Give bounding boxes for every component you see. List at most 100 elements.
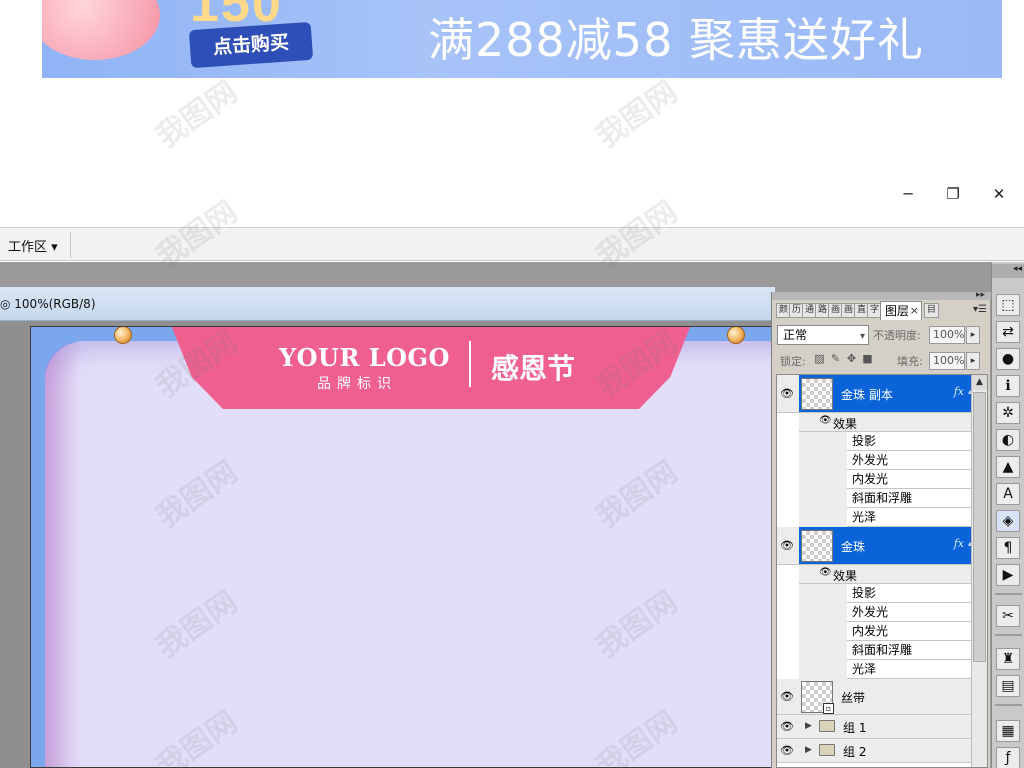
effects-row[interactable]: 👁 效果 — [799, 413, 972, 432]
restore-icon[interactable]: ❐ — [940, 182, 966, 206]
gold-pearl-right — [727, 327, 745, 344]
folder-icon — [819, 744, 835, 756]
indent — [799, 603, 847, 622]
expand-arrow-icon[interactable]: ▶ — [805, 745, 812, 755]
banner-slogan: 满288减58 聚惠送好礼 — [428, 13, 924, 67]
eye-icon[interactable]: 👁 — [779, 387, 795, 401]
document-title-bar[interactable]: ◎ 100%(RGB/8) — [0, 287, 775, 321]
layer-name: 丝带 — [841, 691, 866, 705]
info-icon[interactable]: ℹ — [996, 375, 1020, 397]
effect-outer-glow[interactable]: 外发光 — [847, 451, 972, 470]
layer-row[interactable]: 👁 金珠 fx ▴ — [777, 527, 972, 565]
opacity-slider-icon[interactable]: ▸ — [966, 326, 980, 344]
scroll-thumb[interactable] — [973, 392, 986, 662]
scroll-up-icon[interactable]: ▲ — [972, 375, 987, 390]
expand-arrow-icon[interactable]: ▶ — [805, 721, 812, 731]
stamp-icon[interactable]: ▤ — [996, 675, 1020, 697]
navigator-wheel-icon[interactable]: ✲ — [996, 402, 1020, 424]
effects-row[interactable]: 👁 效果 — [799, 565, 972, 584]
layer-row[interactable]: 👁 ▫ 丝带 — [777, 679, 972, 715]
tab-extra[interactable]: 目 — [924, 303, 939, 318]
blend-mode-value: 正常 — [783, 328, 808, 342]
lock-paint-icon[interactable]: ✎ — [829, 352, 842, 365]
effect-satin[interactable]: 光泽 — [847, 660, 972, 679]
effect-inner-glow[interactable]: 内发光 — [847, 622, 972, 641]
effect-bevel-emboss[interactable]: 斜面和浮雕 — [847, 641, 972, 660]
actions-icon[interactable]: ▶ — [996, 564, 1020, 586]
close-icon[interactable]: ✕ — [986, 182, 1012, 206]
eye-icon[interactable]: 👁 — [779, 744, 795, 758]
eye-icon[interactable]: 👁 — [819, 567, 832, 578]
lock-transparent-icon[interactable]: ▨ — [813, 352, 826, 365]
eye-icon[interactable]: 👁 — [779, 720, 795, 734]
panel-header[interactable]: ▸▸ — [772, 290, 991, 300]
opacity-field[interactable]: 100% — [929, 326, 965, 344]
canvas[interactable]: YOUR LOGO 品牌标识 感恩节 — [30, 326, 775, 768]
minimize-icon[interactable]: ─ — [895, 182, 921, 206]
group-row[interactable]: 👁 ▶ 组 2 — [777, 739, 972, 763]
tab-close-icon[interactable]: × — [910, 302, 919, 320]
lock-move-icon[interactable]: ✥ — [845, 352, 858, 365]
masks-icon[interactable]: ● — [996, 348, 1020, 370]
indent — [799, 489, 847, 508]
eye-icon[interactable]: 👁 — [819, 415, 832, 426]
logo-text: YOUR LOGO — [279, 343, 450, 372]
eye-icon[interactable]: 👁 — [779, 539, 795, 553]
dock-header[interactable]: ◂◂ — [992, 264, 1024, 278]
workspace-menu[interactable]: 工作区 ▾ — [8, 236, 58, 255]
effect-drop-shadow[interactable]: 投影 — [847, 432, 972, 451]
navigator-icon[interactable]: ⬚ — [996, 294, 1020, 316]
fx-icon[interactable]: fx — [954, 537, 964, 550]
histogram-icon[interactable]: ▲ — [996, 456, 1020, 478]
document-title: ◎ 100%(RGB/8) — [0, 297, 96, 311]
divider — [70, 232, 71, 258]
indent — [799, 641, 847, 660]
paragraph-icon[interactable]: ¶ — [996, 537, 1020, 559]
indent — [799, 470, 847, 489]
indent — [799, 451, 847, 470]
tab-layers-label: 图层 — [885, 304, 910, 318]
promo-banner[interactable]: 150 点击购买 满288减58 聚惠送好礼 — [42, 0, 1002, 78]
group-row[interactable]: 👁 ▶ 组 1 — [777, 715, 972, 739]
group-name: 组 1 — [843, 721, 867, 735]
effect-outer-glow[interactable]: 外发光 — [847, 603, 972, 622]
layers-icon[interactable]: ◈ — [996, 510, 1020, 532]
fx-icon[interactable]: fx — [954, 385, 964, 398]
effect-drop-shadow[interactable]: 投影 — [847, 584, 972, 603]
layer-body: 金珠 副本 fx ▴ — [799, 375, 972, 412]
color-icon[interactable]: ◐ — [996, 429, 1020, 451]
lock-label: 锁定: — [780, 355, 806, 368]
fill-label: 填充: — [897, 355, 923, 368]
panel-tabs: 颜 历 通 路 画 画 直 字 图层 × 目 — [776, 301, 988, 320]
logo-subtitle: 品牌标识 — [317, 376, 397, 392]
indent — [799, 660, 847, 679]
tab-layers[interactable]: 图层 × — [880, 301, 922, 320]
options-bar: 工作区 ▾ — [0, 227, 1024, 261]
character-icon[interactable]: A — [996, 483, 1020, 505]
divider — [995, 634, 1022, 636]
panel-menu-icon[interactable]: ▾☰ — [973, 304, 987, 315]
clone-source-icon[interactable]: ⇄ — [996, 321, 1020, 343]
fill-slider-icon[interactable]: ▸ — [966, 352, 980, 370]
layer-row[interactable]: 👁 金珠 副本 fx ▴ — [777, 375, 972, 413]
folder-icon — [819, 720, 835, 732]
heart-balloon-icon — [42, 0, 160, 60]
tool-presets-icon[interactable]: ✂ — [996, 605, 1020, 627]
fill-field[interactable]: 100% — [929, 352, 965, 370]
lock-all-icon[interactable]: ■ — [861, 352, 874, 365]
blend-mode-select[interactable]: 正常 ▾ — [777, 325, 869, 345]
effect-bevel-emboss[interactable]: 斜面和浮雕 — [847, 489, 972, 508]
layers-scrollbar[interactable]: ▲ — [971, 375, 987, 767]
styles-fx-icon[interactable]: ƒ — [996, 747, 1020, 768]
effect-inner-glow[interactable]: 内发光 — [847, 470, 972, 489]
effect-satin[interactable]: 光泽 — [847, 508, 972, 527]
effects-label: 效果 — [833, 569, 858, 583]
brush-icon[interactable]: ♜ — [996, 648, 1020, 670]
buy-now-button[interactable]: 点击购买 — [188, 21, 314, 69]
swatches-icon[interactable]: ▦ — [996, 720, 1020, 742]
effects-label: 效果 — [833, 417, 858, 431]
watermark: 我图网 — [150, 74, 244, 156]
layer-thumbnail: ▫ — [801, 681, 834, 714]
eye-icon[interactable]: 👁 — [779, 690, 795, 704]
collapse-icon[interactable]: ▸▸ — [976, 290, 985, 300]
